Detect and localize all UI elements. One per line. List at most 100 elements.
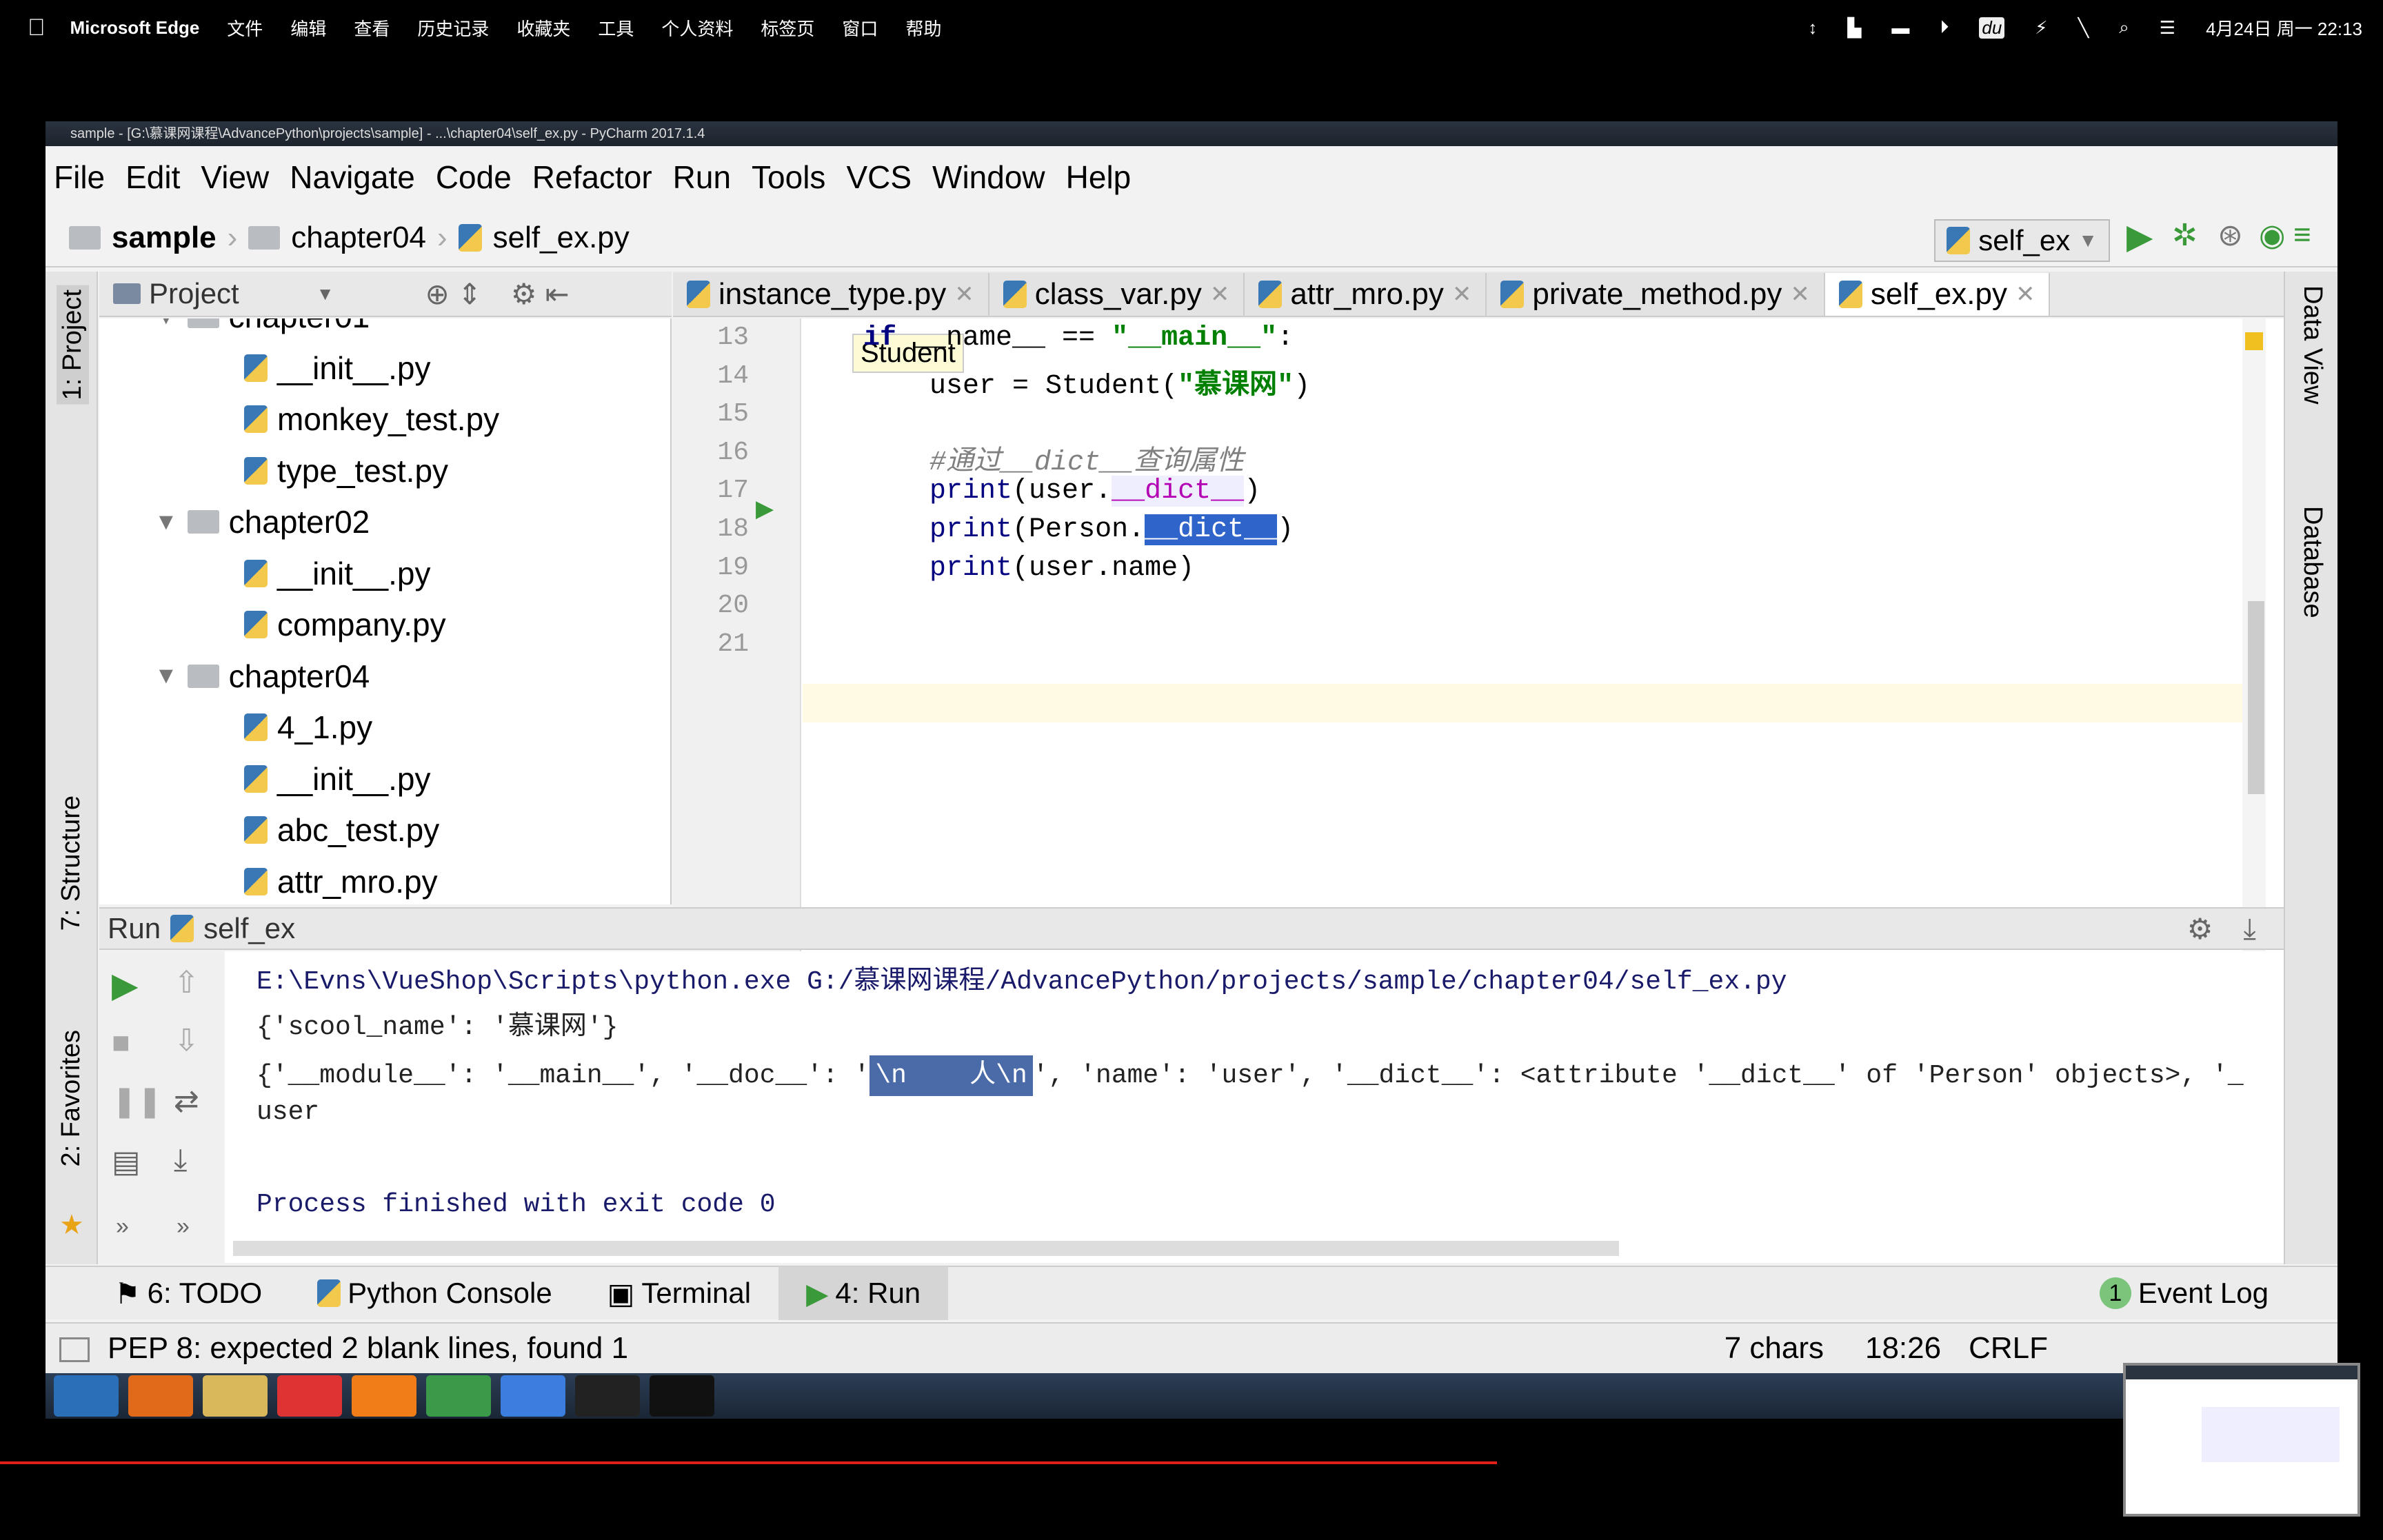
down-icon[interactable]: ⇩ bbox=[174, 1023, 199, 1058]
tree-file[interactable]: company.py bbox=[244, 606, 446, 643]
tree-file[interactable]: attr_mro.py bbox=[244, 863, 438, 900]
hide-icon[interactable]: ⇤ bbox=[545, 277, 570, 311]
search-icon[interactable]: ⌕ bbox=[2119, 17, 2129, 39]
expand-arrow-icon[interactable]: ▼ bbox=[154, 509, 178, 536]
tree-file[interactable]: type_test.py bbox=[244, 452, 448, 489]
project-view-select[interactable]: Project bbox=[149, 277, 239, 310]
tree-file[interactable]: 4_1.py bbox=[244, 709, 372, 746]
close-icon[interactable]: ✕ bbox=[2015, 281, 2035, 308]
bookmark-icon[interactable]: ▙ bbox=[1847, 17, 1861, 39]
code-line[interactable]: #通过__dict__查询属性 bbox=[863, 438, 1244, 478]
line-separator[interactable]: CRLF bbox=[1969, 1331, 2048, 1366]
project-tool-button[interactable]: 1: Project bbox=[57, 285, 89, 405]
camtasia-icon[interactable] bbox=[650, 1375, 714, 1417]
breadcrumb-file[interactable]: self_ex.py bbox=[493, 221, 630, 255]
build-icon[interactable]: ≡ bbox=[2293, 218, 2324, 252]
code-line[interactable]: print(user.__dict__) bbox=[863, 476, 1260, 507]
play-circle-icon[interactable]: ⏵ bbox=[1940, 17, 1949, 39]
mac-menu-history[interactable]: 历史记录 bbox=[417, 15, 489, 41]
menu-refactor[interactable]: Refactor bbox=[532, 159, 652, 196]
data-view-tool-button[interactable]: Data View bbox=[2297, 285, 2327, 405]
mac-menu-file[interactable]: 文件 bbox=[227, 15, 263, 41]
event-log-button[interactable]: 1 Event Log bbox=[2072, 1266, 2296, 1320]
gear-icon[interactable]: ⚙ bbox=[2187, 912, 2213, 946]
tab-attr-mro-py[interactable]: attr_mro.py ✕ bbox=[1245, 273, 1487, 316]
tree-folder[interactable]: ▼ chapter04 bbox=[154, 658, 370, 695]
tree-file[interactable]: monkey_test.py bbox=[244, 401, 499, 438]
run-gutter-icon[interactable]: ▶ bbox=[756, 495, 774, 523]
debug-icon[interactable]: ✲ bbox=[2172, 218, 2202, 252]
close-icon[interactable]: ✕ bbox=[954, 281, 974, 308]
close-icon[interactable]: ✕ bbox=[1210, 281, 1230, 308]
tree-file[interactable]: __init__.py bbox=[244, 760, 431, 798]
expand-arrow-icon[interactable]: ▼ bbox=[154, 662, 178, 689]
chrome-icon[interactable] bbox=[426, 1375, 491, 1417]
pdf-icon[interactable] bbox=[352, 1375, 416, 1417]
tab-class-var-py[interactable]: class_var.py ✕ bbox=[989, 273, 1245, 316]
battery-icon[interactable]: ⚡ bbox=[2035, 17, 2047, 39]
firefox-icon[interactable] bbox=[128, 1375, 193, 1417]
mac-menu-profile[interactable]: 个人资料 bbox=[661, 15, 733, 41]
run-icon[interactable]: ▶ bbox=[2126, 216, 2157, 256]
mac-menu-view[interactable]: 查看 bbox=[354, 15, 390, 41]
more-icon[interactable]: » bbox=[177, 1213, 190, 1240]
close-icon[interactable]: ✕ bbox=[1452, 281, 1472, 308]
video-progress-bar[interactable] bbox=[0, 1461, 1497, 1464]
tab-self-ex-py[interactable]: self_ex.py ✕ bbox=[1824, 273, 2051, 316]
database-tool-button[interactable]: Database bbox=[2297, 506, 2327, 618]
breadcrumb-project[interactable]: sample bbox=[112, 221, 217, 255]
scroll-end-icon[interactable]: ⤓ bbox=[174, 1143, 187, 1177]
menu-navigate[interactable]: Navigate bbox=[290, 159, 415, 196]
tree-folder[interactable]: ▼ chapter01 bbox=[154, 318, 370, 335]
file-explorer-icon[interactable] bbox=[203, 1375, 268, 1417]
gear-icon[interactable]: ⚙ bbox=[511, 277, 537, 311]
menu-code[interactable]: Code bbox=[436, 159, 512, 196]
apple-icon[interactable]:  bbox=[28, 14, 46, 41]
menu-extra-icon[interactable]: ▬ bbox=[1891, 17, 1909, 39]
soft-wrap-icon[interactable]: ⇄ bbox=[174, 1084, 199, 1119]
mac-menu-tools[interactable]: 工具 bbox=[598, 15, 634, 41]
tree-file[interactable]: abc_test.py bbox=[244, 811, 439, 849]
run-config-tab[interactable]: self_ex bbox=[203, 912, 295, 945]
stop-icon[interactable]: ■ bbox=[112, 1026, 130, 1060]
code-line[interactable]: print(Person.__dict__) bbox=[863, 514, 1294, 545]
pycharm-icon[interactable] bbox=[575, 1375, 640, 1417]
tree-folder[interactable]: ▼ chapter02 bbox=[154, 503, 370, 540]
tab-python-console[interactable]: Python Console bbox=[290, 1266, 580, 1320]
menu-vcs[interactable]: VCS bbox=[846, 159, 912, 196]
more-icon[interactable]: » bbox=[116, 1213, 129, 1240]
menu-help[interactable]: Help bbox=[1066, 159, 1132, 196]
tab-run[interactable]: ▶ 4: Run bbox=[778, 1266, 949, 1320]
profile-icon[interactable]: ◉ bbox=[2259, 218, 2289, 252]
code-line[interactable]: print(user.name) bbox=[863, 553, 1194, 584]
tree-file[interactable]: __init__.py bbox=[244, 555, 431, 592]
mac-menu-edit[interactable]: 编辑 bbox=[290, 15, 326, 41]
code-line[interactable]: if __name__ == "__main__": bbox=[863, 323, 1294, 354]
windows-start-icon[interactable] bbox=[54, 1375, 119, 1417]
tab-terminal[interactable]: ▣ Terminal bbox=[580, 1266, 778, 1320]
chevron-down-icon[interactable]: ▼ bbox=[316, 283, 334, 305]
structure-tool-button[interactable]: 7: Structure bbox=[57, 796, 86, 931]
caret-position[interactable]: 18:26 bbox=[1865, 1331, 1941, 1366]
datetime[interactable]: 4月24日 周一 22:13 bbox=[2206, 15, 2362, 41]
menu-tools[interactable]: Tools bbox=[752, 159, 825, 196]
menu-file[interactable]: File bbox=[54, 159, 105, 196]
rerun-icon[interactable]: ▶ bbox=[112, 965, 138, 1005]
run-config-select[interactable]: self_ex ▼ bbox=[1934, 219, 2110, 262]
arrows-icon[interactable]: ↕ bbox=[1808, 17, 1817, 39]
coverage-icon[interactable]: ⊛ bbox=[2218, 218, 2248, 252]
collapse-icon[interactable]: ⇕ bbox=[458, 277, 482, 311]
hide-panel-icon[interactable]: ⤓ bbox=[2243, 912, 2256, 946]
mac-menu-help[interactable]: 帮助 bbox=[905, 15, 941, 41]
scroll-thumb[interactable] bbox=[2248, 601, 2264, 794]
tab-private-method-py[interactable]: private_method.py ✕ bbox=[1487, 273, 1825, 316]
mac-menu-favorites[interactable]: 收藏夹 bbox=[516, 15, 570, 41]
run-output[interactable]: E:\Evns\VueShop\Scripts\python.exe G:/慕课… bbox=[225, 951, 2284, 1263]
tab-todo[interactable]: ⚑ 6: TODO bbox=[87, 1266, 290, 1320]
xmind-icon[interactable] bbox=[277, 1375, 342, 1417]
pause-icon[interactable]: ❚❚ bbox=[112, 1084, 163, 1119]
locate-icon[interactable]: ⊕ bbox=[425, 277, 449, 311]
du-icon[interactable]: du bbox=[1979, 17, 2005, 39]
wifi-off-icon[interactable]: ╲ bbox=[2078, 17, 2089, 39]
app-icon[interactable] bbox=[501, 1375, 565, 1417]
